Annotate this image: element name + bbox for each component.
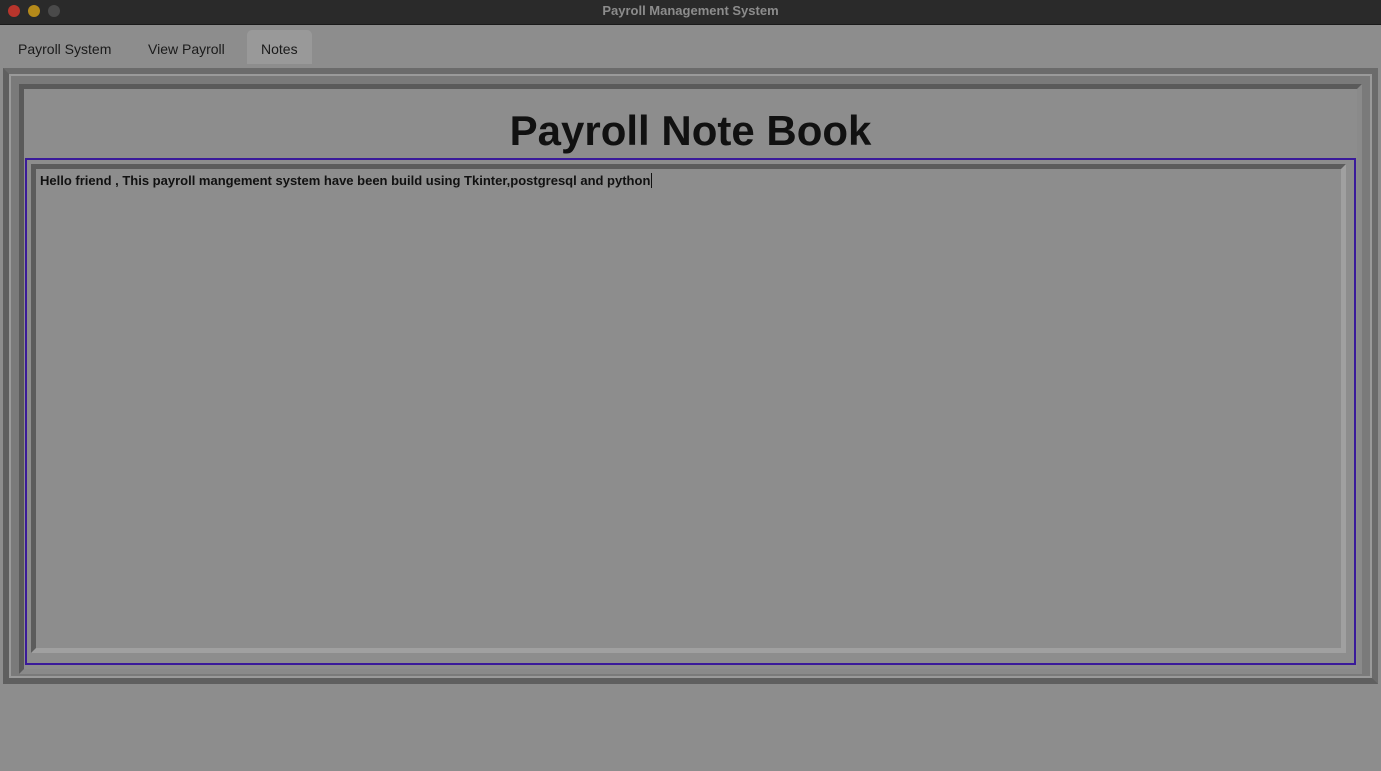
page-title: Payroll Note Book [509, 107, 872, 154]
notes-content: Hello friend , This payroll mangement sy… [40, 173, 653, 188]
notes-text-area[interactable]: Hello friend , This payroll mangement sy… [31, 164, 1346, 653]
tab-bar: Payroll System View Payroll Notes [0, 25, 1381, 65]
tab-notes[interactable]: Notes [247, 30, 312, 64]
title-bar[interactable]: Payroll Management System [0, 0, 1381, 25]
notes-content-text: Hello friend , This payroll mangement sy… [40, 173, 651, 188]
notes-text-container: Hello friend , This payroll mangement sy… [25, 158, 1356, 665]
notes-outer-frame: Payroll Note Book Hello friend , This pa… [3, 68, 1378, 684]
tab-view-payroll[interactable]: View Payroll [134, 30, 239, 64]
app-window: Payroll Management System Payroll System… [0, 0, 1381, 771]
window-title: Payroll Management System [602, 3, 779, 18]
tab-payroll-system[interactable]: Payroll System [4, 30, 125, 64]
text-caret [651, 173, 653, 188]
notes-inner-frame: Payroll Note Book Hello friend , This pa… [19, 84, 1362, 674]
